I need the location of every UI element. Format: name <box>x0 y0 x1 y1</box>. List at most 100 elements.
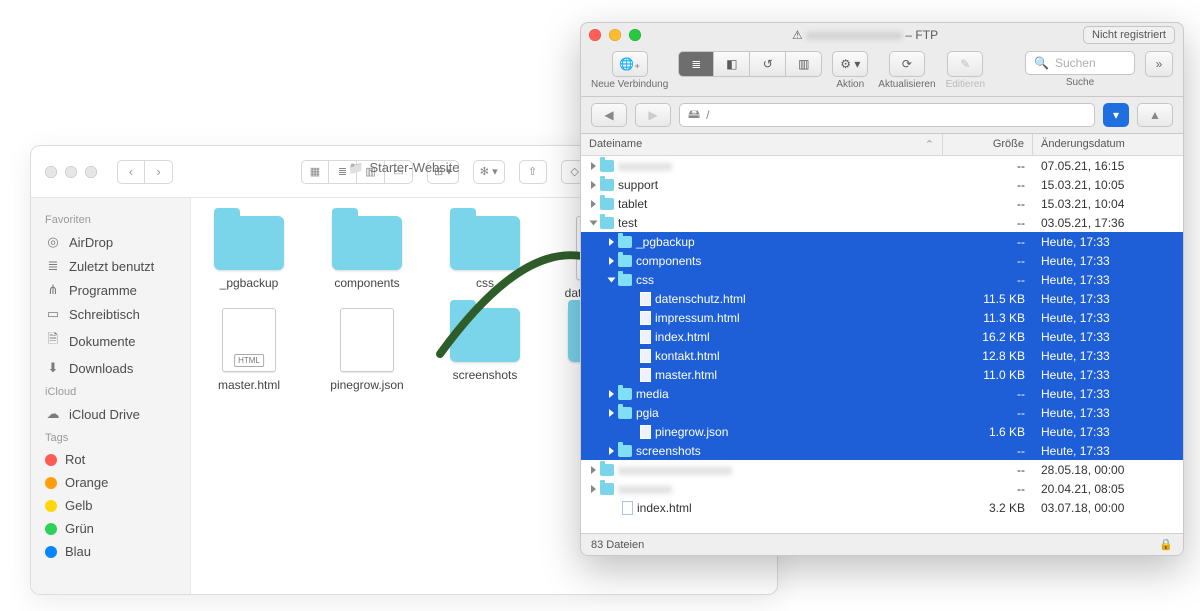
file-item[interactable]: pinegrow.json <box>319 308 415 392</box>
list-row[interactable]: components--Heute, 17:33 <box>581 251 1183 270</box>
column-view-button[interactable]: ▥ <box>357 160 385 184</box>
sidebar-item[interactable]: ≣Zuletzt benutzt <box>31 254 190 278</box>
action-menu[interactable]: ✻ ▾ <box>473 160 505 184</box>
file-icon <box>640 292 651 306</box>
list-row[interactable]: master.html11.0 KBHeute, 17:33 <box>581 365 1183 384</box>
gear-icon[interactable]: ⚙ ▾ <box>832 51 868 77</box>
disclosure-triangle-icon[interactable] <box>609 409 614 417</box>
item-label: components <box>319 276 415 290</box>
list-row[interactable]: _pgbackup--Heute, 17:33 <box>581 232 1183 251</box>
finder-nav-buttons[interactable]: ‹ › <box>117 160 173 184</box>
folder-icon <box>618 236 632 248</box>
row-date: Heute, 17:33 <box>1033 425 1183 439</box>
edit-tool[interactable]: ✎ Editieren <box>946 51 985 90</box>
search-tool[interactable]: 🔍 Suchen Suche <box>1025 51 1135 88</box>
share-button[interactable]: ⇧ <box>519 160 547 184</box>
list-row[interactable]: xxxxxxxxx--20.04.21, 08:05 <box>581 479 1183 498</box>
ftp-traffic-lights[interactable] <box>589 29 641 41</box>
sidebar-item[interactable]: Gelb <box>31 494 190 517</box>
list-row[interactable]: kontakt.html12.8 KBHeute, 17:33 <box>581 346 1183 365</box>
list-row[interactable]: index.html16.2 KBHeute, 17:33 <box>581 327 1183 346</box>
list-row[interactable]: index.html3.2 KB03.07.18, 00:00 <box>581 498 1183 517</box>
col-name[interactable]: Dateiname⌃ <box>581 134 943 155</box>
server-name-blur: xxxxxxxxxxxxxxxx <box>806 28 902 42</box>
list-row[interactable]: pinegrow.json1.6 KBHeute, 17:33 <box>581 422 1183 441</box>
forward-button[interactable]: › <box>145 160 173 184</box>
list-view-button[interactable]: ≣ <box>329 160 357 184</box>
view-switcher[interactable]: ▦ ≣ ▥ ▭ <box>301 160 413 184</box>
row-size: -- <box>943 444 1033 458</box>
list-row[interactable]: xxxxxxxxxxxxxxxxxxx--28.05.18, 00:00 <box>581 460 1183 479</box>
row-size: 11.5 KB <box>943 292 1033 306</box>
columns-icon[interactable]: ▥ <box>786 51 822 77</box>
view-group[interactable]: ≣ ◧ ↺ ▥ <box>678 51 822 90</box>
list-row[interactable]: xxxxxxxxx--07.05.21, 16:15 <box>581 156 1183 175</box>
list-row[interactable]: test--03.05.21, 17:36 <box>581 213 1183 232</box>
col-size[interactable]: Größe <box>943 134 1033 155</box>
back-button[interactable]: ‹ <box>117 160 145 184</box>
row-name: _pgbackup <box>636 235 695 249</box>
split-view-icon[interactable]: ◧ <box>714 51 750 77</box>
finder-traffic-lights[interactable] <box>45 166 97 178</box>
overflow-button[interactable]: » <box>1145 51 1173 77</box>
col-date[interactable]: Änderungsdatum <box>1033 134 1183 155</box>
list-row[interactable]: tablet--15.03.21, 10:04 <box>581 194 1183 213</box>
sidebar-item[interactable]: Rot <box>31 448 190 471</box>
sidebar-item[interactable]: 🗎Dokumente <box>31 326 190 356</box>
folder-item[interactable]: components <box>319 216 415 300</box>
list-view-icon[interactable]: ≣ <box>678 51 714 77</box>
disclosure-triangle-icon[interactable] <box>591 162 596 170</box>
folder-icon <box>618 388 632 400</box>
ftp-file-list[interactable]: xxxxxxxxx--07.05.21, 16:15support--15.03… <box>581 156 1183 533</box>
sidebar-item[interactable]: ◎AirDrop <box>31 230 190 254</box>
list-row[interactable]: media--Heute, 17:33 <box>581 384 1183 403</box>
disclosure-triangle-icon[interactable] <box>591 200 596 208</box>
sidebar-item[interactable]: ▭Schreibtisch <box>31 302 190 326</box>
list-header[interactable]: Dateiname⌃ Größe Änderungsdatum <box>581 134 1183 156</box>
refresh-tool[interactable]: ⟳ Aktualisieren <box>878 51 935 90</box>
row-size: -- <box>943 254 1033 268</box>
sidebar-item[interactable]: ☁iCloud Drive <box>31 402 190 426</box>
disclosure-triangle-icon[interactable] <box>590 220 598 225</box>
new-connection-tool[interactable]: 🌐₊ Neue Verbindung <box>591 51 668 90</box>
list-row[interactable]: css--Heute, 17:33 <box>581 270 1183 289</box>
icon-view-button[interactable]: ▦ <box>301 160 329 184</box>
path-field[interactable]: 🖴 / <box>679 103 1095 127</box>
list-row[interactable]: pgia--Heute, 17:33 <box>581 403 1183 422</box>
disclosure-triangle-icon[interactable] <box>591 466 596 474</box>
pencil-icon[interactable]: ✎ <box>947 51 983 77</box>
history-icon[interactable]: ↺ <box>750 51 786 77</box>
list-row[interactable]: impressum.html11.3 KBHeute, 17:33 <box>581 308 1183 327</box>
disclosure-triangle-icon[interactable] <box>609 238 614 246</box>
file-item[interactable]: master.html <box>201 308 297 392</box>
disclosure-triangle-icon[interactable] <box>591 485 596 493</box>
list-row[interactable]: screenshots--Heute, 17:33 <box>581 441 1183 460</box>
arrange-menu[interactable]: ⊞ ▾ <box>427 160 459 184</box>
path-dropdown[interactable]: ▾ <box>1103 103 1129 127</box>
sidebar-item[interactable]: Blau <box>31 540 190 563</box>
action-tool[interactable]: ⚙ ▾ Aktion <box>832 51 868 90</box>
row-date: Heute, 17:33 <box>1033 292 1183 306</box>
folder-item[interactable]: screenshots <box>437 308 533 392</box>
disclosure-triangle-icon[interactable] <box>609 447 614 455</box>
disclosure-triangle-icon[interactable] <box>609 390 614 398</box>
path-back[interactable]: ◀ <box>591 103 627 127</box>
disclosure-triangle-icon[interactable] <box>609 257 614 265</box>
unregistered-badge[interactable]: Nicht registriert <box>1083 26 1175 44</box>
list-row[interactable]: datenschutz.html11.5 KBHeute, 17:33 <box>581 289 1183 308</box>
disclosure-triangle-icon[interactable] <box>591 181 596 189</box>
folder-item[interactable]: _pgbackup <box>201 216 297 300</box>
sidebar-item[interactable]: ⬇Downloads <box>31 356 190 380</box>
gallery-view-button[interactable]: ▭ <box>385 160 413 184</box>
sidebar-item[interactable]: ⋔Programme <box>31 278 190 302</box>
disclosure-triangle-icon[interactable] <box>608 277 616 282</box>
path-forward[interactable]: ▶ <box>635 103 671 127</box>
sidebar-item[interactable]: Grün <box>31 517 190 540</box>
path-up[interactable]: ▲ <box>1137 103 1173 127</box>
globe-plus-icon[interactable]: 🌐₊ <box>612 51 648 77</box>
row-size: -- <box>943 482 1033 496</box>
sidebar-item[interactable]: Orange <box>31 471 190 494</box>
list-row[interactable]: support--15.03.21, 10:05 <box>581 175 1183 194</box>
folder-item[interactable]: css <box>437 216 533 300</box>
refresh-icon[interactable]: ⟳ <box>889 51 925 77</box>
